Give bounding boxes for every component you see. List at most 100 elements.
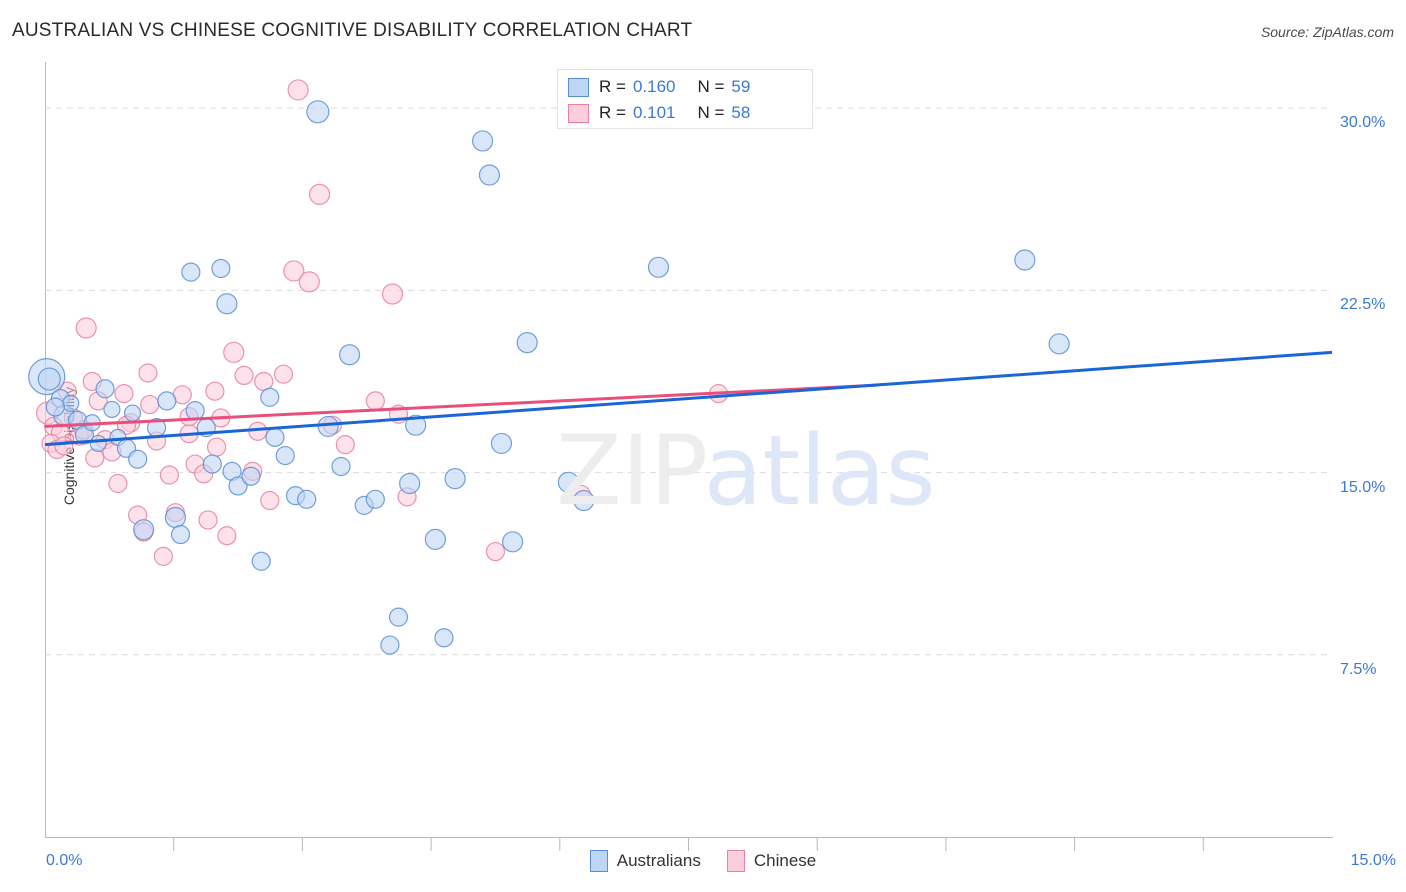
x-ticks-group — [173, 837, 1204, 851]
data-point[interactable] — [388, 607, 409, 627]
data-point[interactable] — [444, 468, 466, 490]
legend-swatch-chinese-icon — [726, 850, 745, 872]
data-point[interactable] — [260, 490, 280, 511]
data-point[interactable] — [365, 489, 385, 509]
data-point[interactable] — [185, 401, 205, 421]
stats-r-key-chinese: R = — [599, 103, 626, 122]
data-point[interactable] — [490, 432, 513, 455]
data-point[interactable] — [202, 454, 222, 474]
data-point[interactable] — [170, 524, 191, 545]
data-point[interactable] — [331, 456, 351, 477]
data-point[interactable] — [205, 381, 225, 401]
data-point[interactable] — [1014, 249, 1036, 271]
series-legend: Australians Chinese — [0, 850, 1406, 872]
data-point[interactable] — [37, 367, 61, 391]
data-point[interactable] — [381, 283, 404, 305]
source-attribution: Source: ZipAtlas.com — [1260, 24, 1394, 40]
data-point[interactable] — [338, 344, 361, 366]
data-point[interactable] — [217, 526, 237, 546]
stats-n-key-australians: N = — [697, 77, 725, 96]
stats-n-key-chinese: N = — [697, 103, 725, 122]
data-point[interactable] — [297, 489, 317, 509]
data-point[interactable] — [647, 256, 670, 278]
data-point[interactable] — [164, 506, 187, 529]
legend-item-australians[interactable]: Australians — [589, 850, 701, 872]
data-point[interactable] — [275, 445, 295, 466]
data-point[interactable] — [133, 519, 155, 541]
data-point[interactable] — [140, 394, 160, 415]
data-point[interactable] — [287, 79, 309, 101]
data-point[interactable] — [128, 449, 148, 469]
data-point[interactable] — [85, 448, 105, 468]
data-point[interactable] — [138, 363, 158, 383]
australian-points-group — [28, 100, 1070, 655]
correlation-stats-legend: R = 0.160 N = 59 R = 0.101 N = 58 — [557, 69, 813, 129]
data-point[interactable] — [1048, 333, 1070, 355]
data-point[interactable] — [573, 489, 595, 512]
stats-n-value-chinese: 58 — [731, 103, 751, 122]
data-point[interactable] — [380, 635, 400, 655]
data-point[interactable] — [557, 471, 579, 493]
data-point[interactable] — [317, 415, 339, 438]
data-point[interactable] — [308, 183, 331, 206]
data-point[interactable] — [45, 397, 65, 417]
data-point[interactable] — [114, 384, 134, 404]
data-point[interactable] — [306, 100, 330, 124]
data-point[interactable] — [157, 391, 177, 411]
legend-item-chinese[interactable]: Chinese — [726, 850, 817, 872]
page-title: AUSTRALIAN VS CHINESE COGNITIVE DISABILI… — [12, 20, 693, 41]
data-point[interactable] — [75, 317, 97, 339]
y-tick-label: 30.0% — [1340, 114, 1386, 132]
legend-label-chinese: Chinese — [753, 851, 817, 870]
data-point[interactable] — [159, 465, 180, 485]
scatter-canvas — [28, 79, 1333, 851]
data-point[interactable] — [265, 427, 285, 447]
data-point[interactable] — [211, 258, 231, 279]
data-point[interactable] — [241, 466, 261, 486]
y-tick-label: 15.0% — [1340, 478, 1386, 496]
data-point[interactable] — [434, 628, 454, 648]
stats-n-value-australians: 59 — [731, 77, 751, 96]
plot-area — [28, 62, 1333, 851]
data-point[interactable] — [95, 379, 115, 399]
data-point[interactable] — [123, 404, 142, 422]
data-point[interactable] — [365, 391, 385, 411]
data-point[interactable] — [298, 271, 320, 293]
legend-swatch-australians-icon — [589, 850, 608, 872]
data-point[interactable] — [153, 546, 174, 566]
data-point[interactable] — [198, 510, 218, 530]
data-point[interactable] — [424, 528, 446, 550]
data-point[interactable] — [207, 437, 227, 457]
data-point[interactable] — [103, 400, 121, 419]
data-point[interactable] — [335, 435, 355, 455]
legend-label-australians: Australians — [616, 851, 701, 870]
stats-r-value-australians: 0.160 — [632, 77, 676, 96]
data-point[interactable] — [471, 130, 494, 152]
data-point[interactable] — [89, 434, 107, 453]
swatch-chinese-icon — [568, 103, 589, 123]
swatch-australians-icon — [568, 77, 589, 97]
data-point[interactable] — [181, 262, 201, 282]
stats-r-value-chinese: 0.101 — [632, 103, 676, 122]
australian-trendline-group — [44, 350, 1333, 447]
data-point[interactable] — [108, 473, 128, 494]
data-point[interactable] — [234, 365, 254, 386]
y-tick-label: 22.5% — [1340, 296, 1386, 314]
data-point[interactable] — [251, 551, 271, 571]
trendline — [44, 350, 1333, 447]
data-point[interactable] — [54, 436, 74, 456]
stats-row-australians: R = 0.160 N = 59 — [568, 74, 750, 100]
data-point[interactable] — [273, 364, 294, 384]
data-point[interactable] — [399, 472, 421, 495]
data-point[interactable] — [478, 164, 501, 186]
data-point[interactable] — [223, 341, 245, 363]
data-point[interactable] — [216, 293, 238, 315]
y-tick-label: 7.5% — [1340, 660, 1377, 678]
data-point[interactable] — [485, 541, 506, 562]
stats-r-key-australians: R = — [599, 77, 626, 96]
data-point[interactable] — [502, 531, 524, 553]
data-point[interactable] — [516, 332, 538, 354]
stats-row-chinese: R = 0.101 N = 58 — [568, 100, 750, 126]
data-point[interactable] — [62, 394, 80, 412]
data-point[interactable] — [260, 387, 280, 407]
